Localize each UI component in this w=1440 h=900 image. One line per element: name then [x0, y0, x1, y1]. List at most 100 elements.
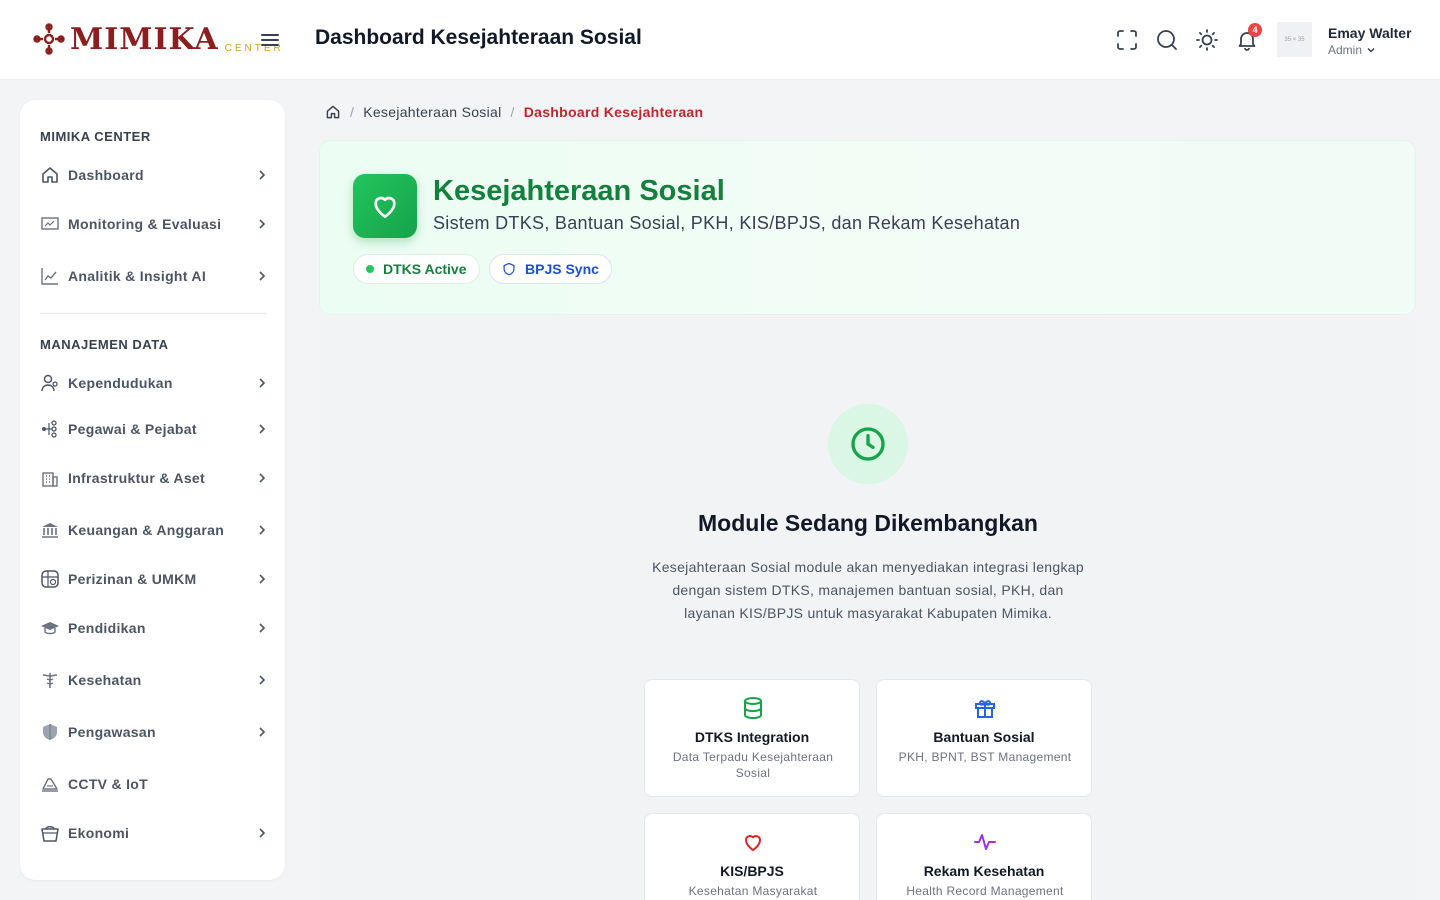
user-name[interactable]: Emay Walter [1328, 25, 1412, 41]
sidebar-item-keuangan[interactable]: Keuangan & Anggaran [40, 518, 268, 542]
logo-text: MIMIKA [70, 22, 219, 57]
sidebar-divider [40, 313, 266, 314]
status-badge-label: DTKS Active [383, 261, 467, 277]
shield-icon [43, 724, 57, 740]
chevron-right-icon [259, 219, 266, 229]
feature-description: PKH, BPNT, BST Management [898, 750, 1072, 764]
sidebar-item-label: Ekonomi [68, 825, 130, 841]
feature-description: Data Terpadu Kesejahteraan Sosial [672, 750, 834, 780]
feature-description: Health Record Management [906, 884, 1064, 898]
top-header: MIMIKA CENTER Dashboard Kesejahteraan So… [0, 0, 1440, 80]
sidebar-item-cctv[interactable]: CCTV & IoT [40, 772, 268, 796]
status-badge-dtks: DTKS Active [353, 254, 480, 284]
database-icon [744, 697, 762, 720]
sidebar-item-label: Pegawai & Pejabat [68, 421, 197, 437]
chevron-down-icon [1367, 47, 1375, 53]
sidebar-item-label: Dashboard [68, 167, 144, 183]
sidebar-item-dashboard[interactable]: Dashboard [40, 163, 268, 187]
sidebar-item-label: Pengawasan [68, 724, 156, 740]
sidebar-item-monitoring[interactable]: Monitoring & Evaluasi [40, 212, 268, 236]
building-icon [42, 472, 58, 487]
basket-icon [41, 826, 59, 842]
sidebar-item-label: Pendidikan [68, 620, 146, 636]
chevron-right-icon [259, 170, 266, 180]
graduation-icon [41, 622, 59, 635]
chevron-right-icon [259, 378, 266, 388]
sidebar-item-pengawasan[interactable]: Pengawasan [40, 720, 268, 744]
breadcrumb: / Kesejahteraan Sosial / Dashboard Kesej… [325, 104, 703, 120]
home-icon[interactable] [325, 104, 341, 120]
fullscreen-icon[interactable] [1115, 28, 1139, 52]
shield-icon [503, 262, 515, 276]
heart-icon [745, 835, 761, 851]
chevron-right-icon [259, 424, 266, 434]
chevron-right-icon [259, 675, 266, 685]
sidebar-item-label: Analitik & Insight AI [68, 268, 207, 284]
sidebar-item-kependudukan[interactable]: Kependudukan [40, 371, 268, 395]
sidebar-item-label: Infrastruktur & Aset [68, 470, 205, 486]
avatar[interactable]: 35 × 35 [1277, 22, 1312, 57]
module-status-title: Module Sedang Dikembangkan [698, 510, 1038, 536]
chevron-right-icon [259, 271, 266, 281]
gift-icon [975, 700, 995, 718]
chevron-right-icon [259, 574, 266, 584]
search-icon[interactable] [1155, 28, 1179, 52]
sidebar-item-label: Perizinan & UMKM [68, 571, 197, 587]
menu-toggle-icon[interactable] [260, 30, 280, 50]
camera-icon [42, 778, 58, 792]
chevron-right-icon [259, 525, 266, 535]
page-title: Dashboard Kesejahteraan Sosial [315, 26, 642, 49]
chevron-right-icon [259, 473, 266, 483]
hero-icon-box [353, 174, 417, 238]
sidebar-section-title: MIMIKA CENTER [40, 129, 151, 144]
feature-card-kis-bpjs[interactable]: KIS/BPJS Kesehatan Masyarakat [644, 813, 860, 900]
module-status-description: Kesejahteraan Sosial module akan menyedi… [652, 559, 1084, 621]
logo[interactable]: MIMIKA CENTER [32, 22, 284, 56]
bank-icon [42, 523, 58, 538]
sidebar-item-label: Kependudukan [68, 375, 173, 391]
sidebar-section-title: MANAJEMEN DATA [40, 337, 169, 352]
user-role-dropdown[interactable]: Admin [1328, 43, 1376, 57]
org-icon [42, 420, 57, 438]
users-icon [41, 374, 58, 392]
sidebar-item-perizinan[interactable]: Perizinan & UMKM [40, 567, 268, 591]
clock-icon [851, 427, 885, 461]
chevron-right-icon [259, 623, 266, 633]
theme-toggle-icon[interactable] [1195, 28, 1219, 52]
breadcrumb-link[interactable]: Kesejahteraan Sosial [363, 104, 501, 120]
heart-icon [374, 196, 396, 218]
sidebar-item-label: Kesehatan [68, 672, 142, 688]
chevron-right-icon [259, 828, 266, 838]
feature-title: Rekam Kesehatan [923, 863, 1045, 879]
notification-badge: 4 [1248, 23, 1262, 37]
status-dot-icon [366, 265, 374, 273]
sidebar-item-pendidikan[interactable]: Pendidikan [40, 616, 268, 640]
sidebar-item-label: CCTV & IoT [68, 776, 148, 792]
health-icon [42, 673, 58, 688]
status-badge-label: BPJS Sync [525, 261, 599, 277]
feature-title: KIS/BPJS [720, 863, 784, 879]
breadcrumb-separator: / [510, 104, 515, 120]
sidebar-item-kesehatan[interactable]: Kesehatan [40, 668, 268, 692]
hero-title: Kesejahteraan Sosial [433, 175, 725, 207]
user-role-label: Admin [1328, 43, 1363, 57]
feature-description: Kesehatan Masyarakat [688, 884, 818, 898]
logo-emblem-icon [33, 23, 65, 55]
monitor-icon [41, 217, 59, 230]
status-badge-bpjs: BPJS Sync [489, 254, 612, 284]
hero-subtitle: Sistem DTKS, Bantuan Sosial, PKH, KIS/BP… [433, 213, 1021, 233]
activity-pulse-icon [974, 834, 996, 850]
sidebar-item-infrastruktur[interactable]: Infrastruktur & Aset [40, 466, 268, 490]
hero-card: Kesejahteraan Sosial Sistem DTKS, Bantua… [319, 140, 1416, 315]
sidebar-item-ekonomi[interactable]: Ekonomi [40, 821, 268, 845]
feature-card-bansos[interactable]: Bantuan Sosial PKH, BPNT, BST Management [876, 679, 1092, 797]
feature-card-rekam-kesehatan[interactable]: Rekam Kesehatan Health Record Management [876, 813, 1092, 900]
chart-icon [41, 268, 58, 285]
sidebar-item-label: Monitoring & Evaluasi [68, 216, 222, 232]
chevron-right-icon [259, 727, 266, 737]
sidebar-item-analitik[interactable]: Analitik & Insight AI [40, 264, 268, 288]
feature-card-dtks[interactable]: DTKS Integration Data Terpadu Kesejahter… [644, 679, 860, 797]
license-icon [41, 570, 59, 588]
sidebar-item-pegawai[interactable]: Pegawai & Pejabat [40, 417, 268, 441]
clock-icon-circle [828, 404, 908, 484]
